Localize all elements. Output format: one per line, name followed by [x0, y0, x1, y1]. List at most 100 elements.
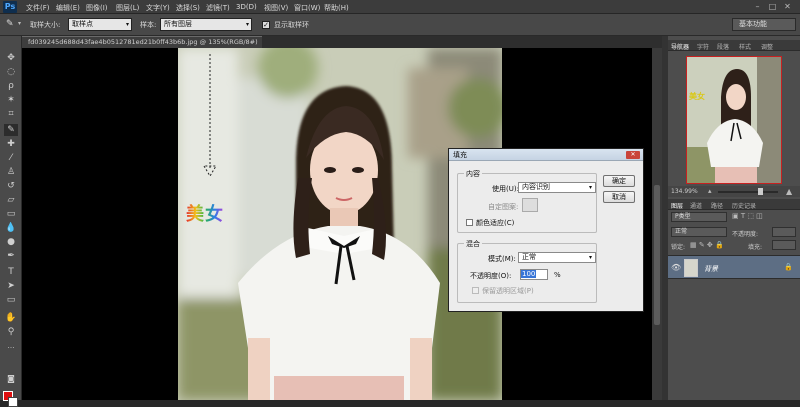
layer-kind-filter[interactable]: P类型 [671, 212, 727, 222]
sample-label: 样本: [140, 21, 157, 29]
marquee-tool-icon[interactable]: ◌ [4, 66, 18, 78]
type-tool-icon[interactable]: T [4, 266, 18, 278]
fill-input[interactable] [772, 240, 796, 250]
zoom-out-icon[interactable]: ▴ [708, 187, 712, 195]
menu-help[interactable]: 帮助(H) [324, 3, 349, 13]
menu-select[interactable]: 选择(S) [176, 3, 200, 13]
eyedropper-tool-icon[interactable]: ✎ [6, 19, 14, 29]
menu-edit[interactable]: 编辑(E) [56, 3, 80, 13]
options-bar: ✎ ▾ 取样大小: 取样点 ▾ 样本: 所有图层 ▾ ✓ 显示取样环 基本功能 [0, 14, 800, 36]
preserve-transparency-checkbox[interactable] [472, 287, 479, 294]
tab-channels[interactable]: 通道 [690, 201, 702, 210]
crop-tool-icon[interactable]: ⌗ [4, 108, 18, 120]
opacity-dialog-input[interactable]: 100 [520, 269, 548, 280]
history-brush-icon[interactable]: ↺ [4, 180, 18, 192]
menu-image[interactable]: 图像(I) [86, 3, 108, 13]
tab-paragraph[interactable]: 段落 [717, 42, 729, 51]
preserve-transparency-label: 保留透明区域(P) [482, 287, 534, 295]
tab-paths[interactable]: 路径 [711, 201, 723, 210]
tab-navigator[interactable]: 导航器 [671, 42, 689, 51]
magic-wand-tool-icon[interactable]: ✶ [4, 94, 18, 106]
color-adapt-checkbox[interactable] [466, 219, 473, 226]
scrollbar-thumb[interactable] [654, 185, 660, 325]
lock-icon: 🔒 [784, 263, 793, 271]
tab-adjustments[interactable]: 调整 [761, 42, 773, 51]
menu-bar: Ps 文件(F) 编辑(E) 图像(I) 图层(L) 文字(Y) 选择(S) 滤… [0, 0, 800, 14]
filter-icons[interactable]: ▣ T ⬚ ◫ [732, 212, 763, 220]
opacity-unit: % [554, 271, 561, 279]
shape-tool-icon[interactable]: ▭ [4, 294, 18, 306]
lasso-tool-icon[interactable]: ρ [4, 80, 18, 92]
use-select[interactable]: 内容识别 ▾ [518, 182, 596, 193]
gradient-tool-icon[interactable]: ▭ [4, 208, 18, 220]
tab-layers[interactable]: 图层 [671, 201, 683, 210]
edit-toolbar-icon[interactable]: … [4, 340, 18, 352]
dialog-close-icon[interactable]: ✕ [626, 151, 640, 159]
brush-tool-icon[interactable]: ⁄ [4, 152, 18, 164]
background-color-swatch[interactable] [8, 397, 18, 407]
zoom-slider[interactable] [718, 191, 778, 193]
mode-label: 模式(M): [488, 255, 516, 263]
dodge-tool-icon[interactable]: ● [4, 236, 18, 248]
custom-pattern-picker[interactable] [522, 198, 538, 212]
tab-character[interactable]: 字符 [697, 42, 709, 51]
menu-type[interactable]: 文字(Y) [146, 3, 170, 13]
menu-window[interactable]: 窗口(W) [294, 3, 320, 13]
cancel-button[interactable]: 取消 [603, 191, 635, 203]
navigator-preview[interactable]: 美女 [686, 56, 782, 184]
app-logo: Ps [3, 1, 17, 13]
menu-3d[interactable]: 3D(D) [236, 3, 257, 11]
tool-preset-arrow-icon[interactable]: ▾ [18, 20, 21, 27]
visibility-eye-icon[interactable]: 👁 [671, 263, 681, 272]
tab-history[interactable]: 历史记录 [732, 201, 756, 210]
tab-styles[interactable]: 样式 [739, 42, 751, 51]
overlay-text: 美女 [186, 200, 224, 226]
zoom-slider-thumb[interactable] [758, 188, 763, 195]
sample-select[interactable]: 所有图层 ▾ [160, 18, 252, 31]
pen-tool-icon[interactable]: ✒ [4, 250, 18, 262]
dialog-titlebar[interactable]: 填充 [449, 149, 643, 161]
layer-thumbnail [684, 259, 698, 277]
eraser-tool-icon[interactable]: ▱ [4, 194, 18, 206]
layer-row-background[interactable]: 👁 背景 🔒 [668, 255, 800, 279]
opacity-input[interactable] [772, 227, 796, 237]
menu-view[interactable]: 视图(V) [264, 3, 288, 13]
hand-tool-icon[interactable]: ✋ [4, 312, 18, 324]
path-select-icon[interactable]: ➤ [4, 280, 18, 292]
menu-layer[interactable]: 图层(L) [116, 3, 139, 13]
custom-pattern-label: 自定图案: [488, 203, 519, 211]
close-icon[interactable]: ✕ [782, 1, 793, 12]
contents-group-title: 内容 [464, 169, 482, 179]
navigator-zoom-row: 134.99% ▴ ▲ [668, 186, 800, 197]
move-tool-icon[interactable]: ✥ [4, 52, 18, 64]
blur-tool-icon[interactable]: 💧 [4, 222, 18, 234]
contents-group: 内容 使用(U): 内容识别 ▾ 自定图案: 颜色适应(C) [457, 169, 597, 233]
quick-mask-icon[interactable]: ◙ [4, 373, 18, 385]
sample-size-select[interactable]: 取样点 ▾ [68, 18, 132, 31]
blend-mode-select[interactable]: 正常 [671, 227, 727, 237]
right-panel: 导航器 字符 段落 样式 调整 美女 134.99% ▴ ▲ 图层 通道 路径 … [668, 36, 800, 400]
lock-label: 锁定: [671, 244, 686, 251]
healing-brush-icon[interactable]: ✚ [4, 138, 18, 150]
show-ring-checkbox[interactable]: ✓ [262, 21, 270, 29]
menu-file[interactable]: 文件(F) [26, 3, 50, 13]
lock-icons[interactable]: ▦ ✎ ✥ 🔒 [690, 241, 724, 249]
menu-filter[interactable]: 滤镜(T) [206, 3, 230, 13]
maximize-icon[interactable]: □ [767, 1, 778, 12]
layer-name[interactable]: 背景 [704, 264, 718, 274]
document-tab[interactable]: fd039245d688d43fae4b0512781ed21b0ff43b6b… [22, 36, 262, 57]
stamp-tool-icon[interactable]: ♙ [4, 166, 18, 178]
blending-group-title: 混合 [464, 239, 482, 249]
zoom-tool-icon[interactable]: ⚲ [4, 326, 18, 338]
workspace-select[interactable]: 基本功能 [732, 18, 796, 31]
minimize-icon[interactable]: – [752, 1, 763, 12]
svg-text:美女: 美女 [689, 91, 705, 101]
sample-size-label: 取样大小: [30, 21, 61, 29]
use-label: 使用(U): [492, 185, 519, 193]
mode-select[interactable]: 正常 ▾ [518, 252, 596, 263]
zoom-value[interactable]: 134.99% [671, 188, 698, 195]
ok-button[interactable]: 确定 [603, 175, 635, 187]
zoom-in-icon[interactable]: ▲ [786, 187, 792, 196]
show-ring-label: 显示取样环 [274, 21, 309, 29]
eyedropper-icon[interactable]: ✎ [4, 124, 18, 136]
